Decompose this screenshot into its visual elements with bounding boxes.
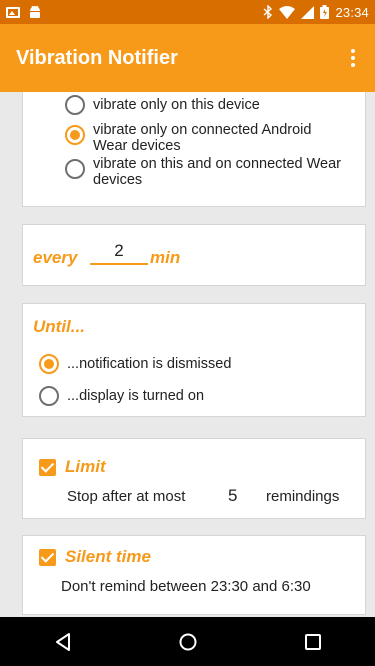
back-icon[interactable] (33, 622, 93, 662)
limit-text-after: remindings (266, 488, 340, 505)
bluetooth-icon (263, 5, 273, 19)
more-vert-icon[interactable] (335, 40, 371, 76)
wifi-icon (279, 5, 296, 19)
recents-icon[interactable] (283, 622, 343, 662)
option-label: ...notification is dismissed (67, 356, 232, 372)
settings-content[interactable]: vibrate only on this device vibrate only… (0, 92, 375, 617)
option-label: vibrate on this and on connected Wear de… (93, 156, 342, 188)
radio-button[interactable] (65, 159, 85, 179)
status-time: 23:34 (335, 4, 369, 20)
limit-value-input[interactable]: 5 (228, 486, 237, 506)
option-label: ...display is turned on (67, 388, 205, 404)
app-bar: Vibration Notifier (0, 24, 375, 92)
limit-checkbox[interactable] (39, 458, 56, 476)
option-notification-dismissed[interactable]: ...notification is dismissed (39, 354, 231, 374)
interval-card: every 2 min (22, 224, 366, 286)
battery-icon (320, 5, 330, 19)
until-card: Until... ...notification is dismissed ..… (22, 303, 366, 417)
option-this-and-wear[interactable]: vibrate on this and on connected Wear de… (65, 156, 345, 188)
option-display-on[interactable]: ...display is turned on (39, 386, 204, 406)
home-icon[interactable] (158, 622, 218, 662)
radio-button[interactable] (39, 386, 59, 406)
image-icon (6, 6, 20, 18)
limit-toggle[interactable]: Limit (39, 457, 106, 477)
interval-suffix: min (150, 248, 181, 267)
vibrate-device-card: vibrate only on this device vibrate only… (22, 92, 366, 207)
silent-time-card: Silent time Don't remind between 23:30 a… (22, 535, 366, 615)
limit-title: Limit (65, 457, 106, 476)
silent-time-toggle[interactable]: Silent time (39, 547, 151, 567)
limit-card: Limit Stop after at most 5 remindings (22, 438, 366, 519)
option-wear-devices[interactable]: vibrate only on connected Android Wear d… (65, 122, 345, 154)
radio-button[interactable] (65, 95, 85, 115)
option-label: vibrate only on connected Android Wear d… (93, 122, 312, 154)
interval-prefix: every (33, 248, 78, 267)
option-label: vibrate only on this device (93, 97, 260, 113)
navigation-bar (0, 617, 375, 666)
limit-text-before: Stop after at most (67, 488, 186, 505)
silent-time-text[interactable]: Don't remind between 23:30 and 6:30 (61, 578, 311, 595)
interval-input[interactable]: 2 (90, 239, 148, 265)
radio-button-selected[interactable] (39, 354, 59, 374)
android-icon (30, 5, 40, 18)
until-title: Until... (33, 317, 85, 336)
silent-time-checkbox[interactable] (39, 548, 56, 566)
signal-icon (301, 5, 315, 19)
app-title: Vibration Notifier (16, 46, 178, 69)
status-bar: 23:34 (0, 0, 375, 24)
radio-button-selected[interactable] (65, 125, 85, 145)
silent-time-title: Silent time (65, 547, 151, 566)
option-this-device[interactable]: vibrate only on this device (65, 95, 260, 115)
interval-value: 2 (114, 241, 124, 260)
